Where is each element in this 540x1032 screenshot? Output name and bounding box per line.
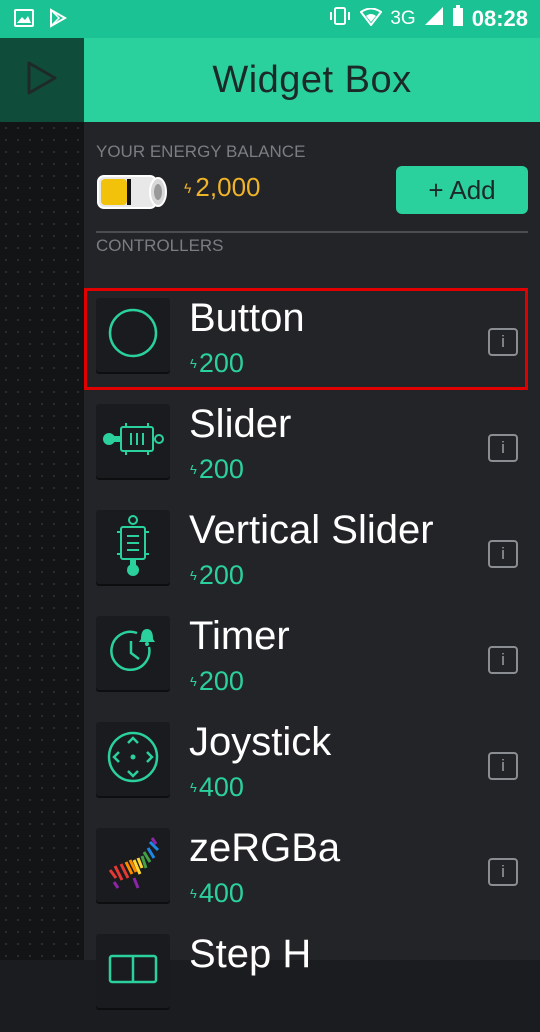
widget-price: ϟ 200 <box>190 454 244 485</box>
widget-tile <box>96 616 170 690</box>
bolt-icon: ϟ <box>190 462 197 477</box>
network-type: 3G <box>390 7 416 29</box>
bolt-icon: ϟ <box>190 780 197 795</box>
play-icon <box>25 60 59 100</box>
info-button[interactable]: i <box>488 434 518 462</box>
add-energy-button[interactable]: + Add <box>396 166 528 214</box>
info-button[interactable]: i <box>488 752 518 780</box>
play-store-icon <box>48 8 68 32</box>
widget-price-value: 200 <box>198 666 244 696</box>
panel-title: Widget Box <box>212 58 412 101</box>
widget-item-zergba[interactable]: zeRGBa ϟ 400 i <box>84 820 540 926</box>
widget-item-vertical-slider[interactable]: Vertical Slider ϟ 200 i <box>84 502 540 608</box>
widget-price: ϟ 400 <box>190 772 244 803</box>
energy-balance: ϟ 2,000 <box>184 172 261 203</box>
bolt-icon: ϟ <box>190 886 197 901</box>
energy-balance-value: 2,000 <box>195 172 261 202</box>
canvas-strip <box>0 38 84 960</box>
bolt-icon: ϟ <box>190 674 197 689</box>
widget-price-value: 200 <box>198 454 244 484</box>
timer-icon <box>107 625 159 681</box>
widget-tile <box>96 828 170 902</box>
bolt-icon: ϟ <box>190 568 197 583</box>
panel-header: Widget Box <box>84 38 540 122</box>
zebra-icon <box>104 834 162 896</box>
widget-tile <box>96 934 170 1008</box>
energy-balance-label: YOUR ENERGY BALANCE <box>96 142 306 161</box>
widget-name: Timer <box>189 614 290 658</box>
status-time: 08:28 <box>471 5 528 31</box>
widget-name: Step H <box>189 932 312 976</box>
divider <box>96 231 528 233</box>
slider-icon <box>101 419 165 463</box>
widget-price-value: 400 <box>198 878 244 908</box>
status-bar: 3G 08:28 <box>0 0 540 38</box>
info-button[interactable]: i <box>488 646 518 674</box>
selection-highlight <box>84 288 528 390</box>
battery-energy-icon <box>96 172 168 216</box>
joystick-icon <box>106 730 160 788</box>
widget-name: Joystick <box>189 720 332 764</box>
vertical-slider-icon <box>113 513 153 581</box>
info-button[interactable]: i <box>488 858 518 886</box>
widget-price-value: 400 <box>198 772 244 802</box>
widget-tile <box>96 404 170 478</box>
widget-name: Vertical Slider <box>189 508 434 552</box>
widget-tile <box>96 510 170 584</box>
widget-item-timer[interactable]: Timer ϟ 200 i <box>84 608 540 714</box>
battery-icon <box>452 5 464 32</box>
widget-box-panel: Widget Box YOUR ENERGY BALANCE ϟ 2,000 +… <box>84 38 540 1008</box>
play-button[interactable] <box>0 38 84 122</box>
image-icon <box>14 8 34 32</box>
wifi-icon <box>359 7 383 31</box>
widget-name: Slider <box>189 402 292 446</box>
signal-icon <box>424 6 444 31</box>
widget-name: zeRGBa <box>189 826 341 870</box>
widget-price: ϟ 200 <box>190 560 244 591</box>
widget-price: ϟ 400 <box>190 878 244 909</box>
widget-item-slider[interactable]: Slider ϟ 200 i <box>84 396 540 502</box>
info-button[interactable]: i <box>488 540 518 568</box>
energy-bolt-icon: ϟ <box>184 179 192 196</box>
section-controllers-label: CONTROLLERS <box>96 236 224 255</box>
widget-item-joystick[interactable]: Joystick ϟ 400 i <box>84 714 540 820</box>
widget-item-step-h[interactable]: Step H <box>84 926 540 1032</box>
step-h-icon <box>106 942 160 1000</box>
widget-tile <box>96 722 170 796</box>
vibrate-icon <box>328 6 352 31</box>
widget-price: ϟ 200 <box>190 666 244 697</box>
widget-price-value: 200 <box>198 560 244 590</box>
